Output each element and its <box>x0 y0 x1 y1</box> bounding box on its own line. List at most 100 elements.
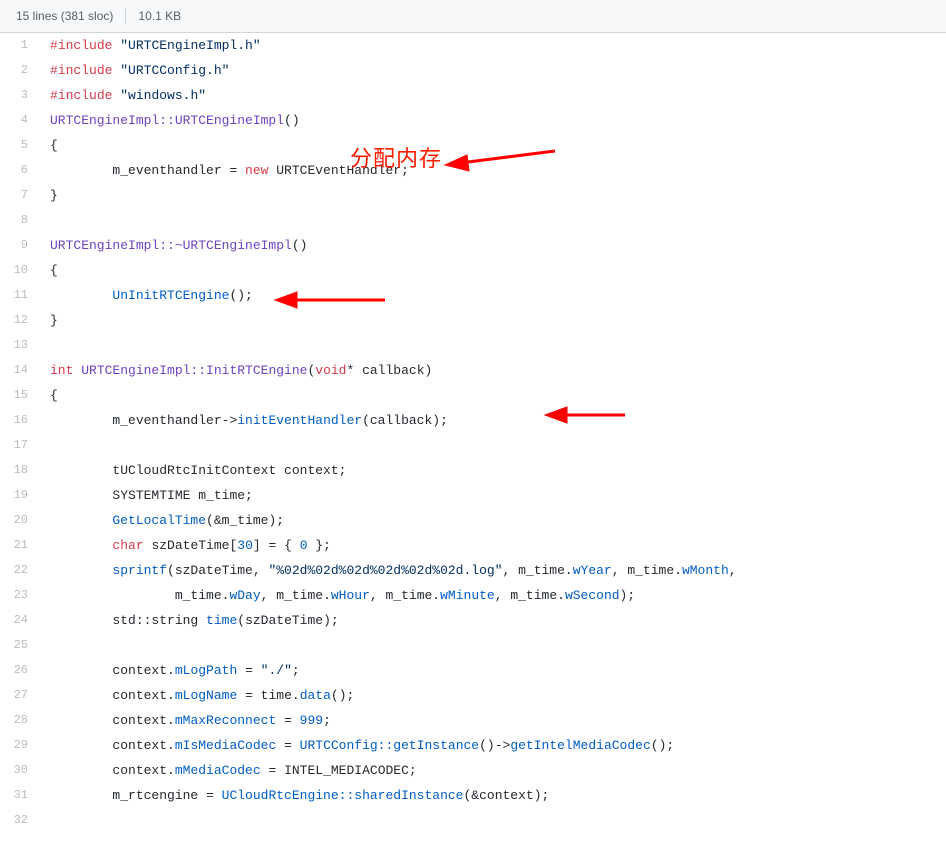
line-content[interactable]: #include "URTCConfig.h" <box>40 58 946 83</box>
code-line: 18 tUCloudRtcInitContext context; <box>0 458 946 483</box>
line-content[interactable] <box>40 633 946 658</box>
line-content[interactable]: { <box>40 258 946 283</box>
line-number[interactable]: 7 <box>0 183 40 208</box>
file-header: 15 lines (381 sloc) 10.1 KB <box>0 0 946 33</box>
arrow-uninit <box>275 288 395 312</box>
line-number[interactable]: 16 <box>0 408 40 433</box>
line-content[interactable]: tUCloudRtcInitContext context; <box>40 458 946 483</box>
line-content[interactable]: } <box>40 183 946 208</box>
line-number[interactable]: 13 <box>0 333 40 358</box>
line-number[interactable]: 25 <box>0 633 40 658</box>
code-line: 25 <box>0 633 946 658</box>
code-line: 30 context.mMediaCodec = INTEL_MEDIACODE… <box>0 758 946 783</box>
line-content[interactable] <box>40 208 946 233</box>
line-number[interactable]: 21 <box>0 533 40 558</box>
divider <box>125 8 126 24</box>
line-number[interactable]: 28 <box>0 708 40 733</box>
line-content[interactable]: URTCEngineImpl::~URTCEngineImpl() <box>40 233 946 258</box>
code-line: 8 <box>0 208 946 233</box>
code-line: 4URTCEngineImpl::URTCEngineImpl() <box>0 108 946 133</box>
code-line: 16 m_eventhandler->initEventHandler(call… <box>0 408 946 433</box>
line-number[interactable]: 23 <box>0 583 40 608</box>
code-line: 20 GetLocalTime(&m_time); <box>0 508 946 533</box>
code-line: 10{ <box>0 258 946 283</box>
line-number[interactable]: 30 <box>0 758 40 783</box>
line-number[interactable]: 8 <box>0 208 40 233</box>
code-line: 26 context.mLogPath = "./"; <box>0 658 946 683</box>
line-number[interactable]: 31 <box>0 783 40 808</box>
code-line: 15{ <box>0 383 946 408</box>
line-number[interactable]: 29 <box>0 733 40 758</box>
line-number[interactable]: 1 <box>0 33 40 58</box>
line-content[interactable]: context.mLogName = time.data(); <box>40 683 946 708</box>
code-line: 23 m_time.wDay, m_time.wHour, m_time.wMi… <box>0 583 946 608</box>
line-content[interactable]: sprintf(szDateTime, "%02d%02d%02d%02d%02… <box>40 558 946 583</box>
line-number[interactable]: 24 <box>0 608 40 633</box>
code-line: 3#include "windows.h" <box>0 83 946 108</box>
line-content[interactable]: context.mIsMediaCodec = URTCConfig::getI… <box>40 733 946 758</box>
arrow-init-event <box>545 403 635 427</box>
line-content[interactable]: char szDateTime[30] = { 0 }; <box>40 533 946 558</box>
line-content[interactable]: { <box>40 383 946 408</box>
line-number[interactable]: 6 <box>0 158 40 183</box>
line-content[interactable]: int URTCEngineImpl::InitRTCEngine(void* … <box>40 358 946 383</box>
code-line: 27 context.mLogName = time.data(); <box>0 683 946 708</box>
line-content[interactable]: m_eventhandler->initEventHandler(callbac… <box>40 408 946 433</box>
file-size: 10.1 KB <box>138 9 181 23</box>
code-line: 7} <box>0 183 946 208</box>
line-content[interactable]: #include "URTCEngineImpl.h" <box>40 33 946 58</box>
line-number[interactable]: 11 <box>0 283 40 308</box>
line-number[interactable]: 9 <box>0 233 40 258</box>
code-line: 19 SYSTEMTIME m_time; <box>0 483 946 508</box>
lines-count: 15 lines (381 sloc) <box>16 9 113 23</box>
code-line: 14int URTCEngineImpl::InitRTCEngine(void… <box>0 358 946 383</box>
line-content[interactable]: m_rtcengine = UCloudRtcEngine::sharedIns… <box>40 783 946 808</box>
code-line: 32 <box>0 808 946 833</box>
code-line: 29 context.mIsMediaCodec = URTCConfig::g… <box>0 733 946 758</box>
line-content[interactable]: SYSTEMTIME m_time; <box>40 483 946 508</box>
line-content[interactable]: std::string time(szDateTime); <box>40 608 946 633</box>
line-number[interactable]: 20 <box>0 508 40 533</box>
line-content[interactable]: context.mMediaCodec = INTEL_MEDIACODEC; <box>40 758 946 783</box>
line-number[interactable]: 10 <box>0 258 40 283</box>
code-line: 2#include "URTCConfig.h" <box>0 58 946 83</box>
line-content[interactable]: m_time.wDay, m_time.wHour, m_time.wMinut… <box>40 583 946 608</box>
code-line: 22 sprintf(szDateTime, "%02d%02d%02d%02d… <box>0 558 946 583</box>
line-number[interactable]: 5 <box>0 133 40 158</box>
line-content[interactable]: UnInitRTCEngine(); <box>40 283 946 308</box>
code-line: 9URTCEngineImpl::~URTCEngineImpl() <box>0 233 946 258</box>
line-number[interactable]: 18 <box>0 458 40 483</box>
code-line: 17 <box>0 433 946 458</box>
line-content[interactable]: context.mLogPath = "./"; <box>40 658 946 683</box>
code-line: 31 m_rtcengine = UCloudRtcEngine::shared… <box>0 783 946 808</box>
line-number[interactable]: 12 <box>0 308 40 333</box>
line-number[interactable]: 14 <box>0 358 40 383</box>
line-number[interactable]: 26 <box>0 658 40 683</box>
code-line: 21 char szDateTime[30] = { 0 }; <box>0 533 946 558</box>
line-number[interactable]: 19 <box>0 483 40 508</box>
code-line: 11 UnInitRTCEngine(); <box>0 283 946 308</box>
line-content[interactable] <box>40 333 946 358</box>
line-number[interactable]: 32 <box>0 808 40 833</box>
code-line: 13 <box>0 333 946 358</box>
line-number[interactable]: 4 <box>0 108 40 133</box>
line-number[interactable]: 22 <box>0 558 40 583</box>
line-number[interactable]: 27 <box>0 683 40 708</box>
line-number[interactable]: 3 <box>0 83 40 108</box>
line-number[interactable]: 15 <box>0 383 40 408</box>
line-content[interactable] <box>40 808 946 833</box>
line-content[interactable] <box>40 433 946 458</box>
line-content[interactable]: #include "windows.h" <box>40 83 946 108</box>
line-content[interactable]: context.mMaxReconnect = 999; <box>40 708 946 733</box>
code-line: 28 context.mMaxReconnect = 999; <box>0 708 946 733</box>
code-line: 1#include "URTCEngineImpl.h" <box>0 33 946 58</box>
line-number[interactable]: 17 <box>0 433 40 458</box>
code-line: 24 std::string time(szDateTime); <box>0 608 946 633</box>
code-line: 12} <box>0 308 946 333</box>
line-content[interactable]: GetLocalTime(&m_time); <box>40 508 946 533</box>
line-content[interactable]: } <box>40 308 946 333</box>
code-container: 1#include "URTCEngineImpl.h"2#include "U… <box>0 33 946 833</box>
arrow-alloc <box>445 141 565 171</box>
line-content[interactable]: URTCEngineImpl::URTCEngineImpl() <box>40 108 946 133</box>
line-number[interactable]: 2 <box>0 58 40 83</box>
